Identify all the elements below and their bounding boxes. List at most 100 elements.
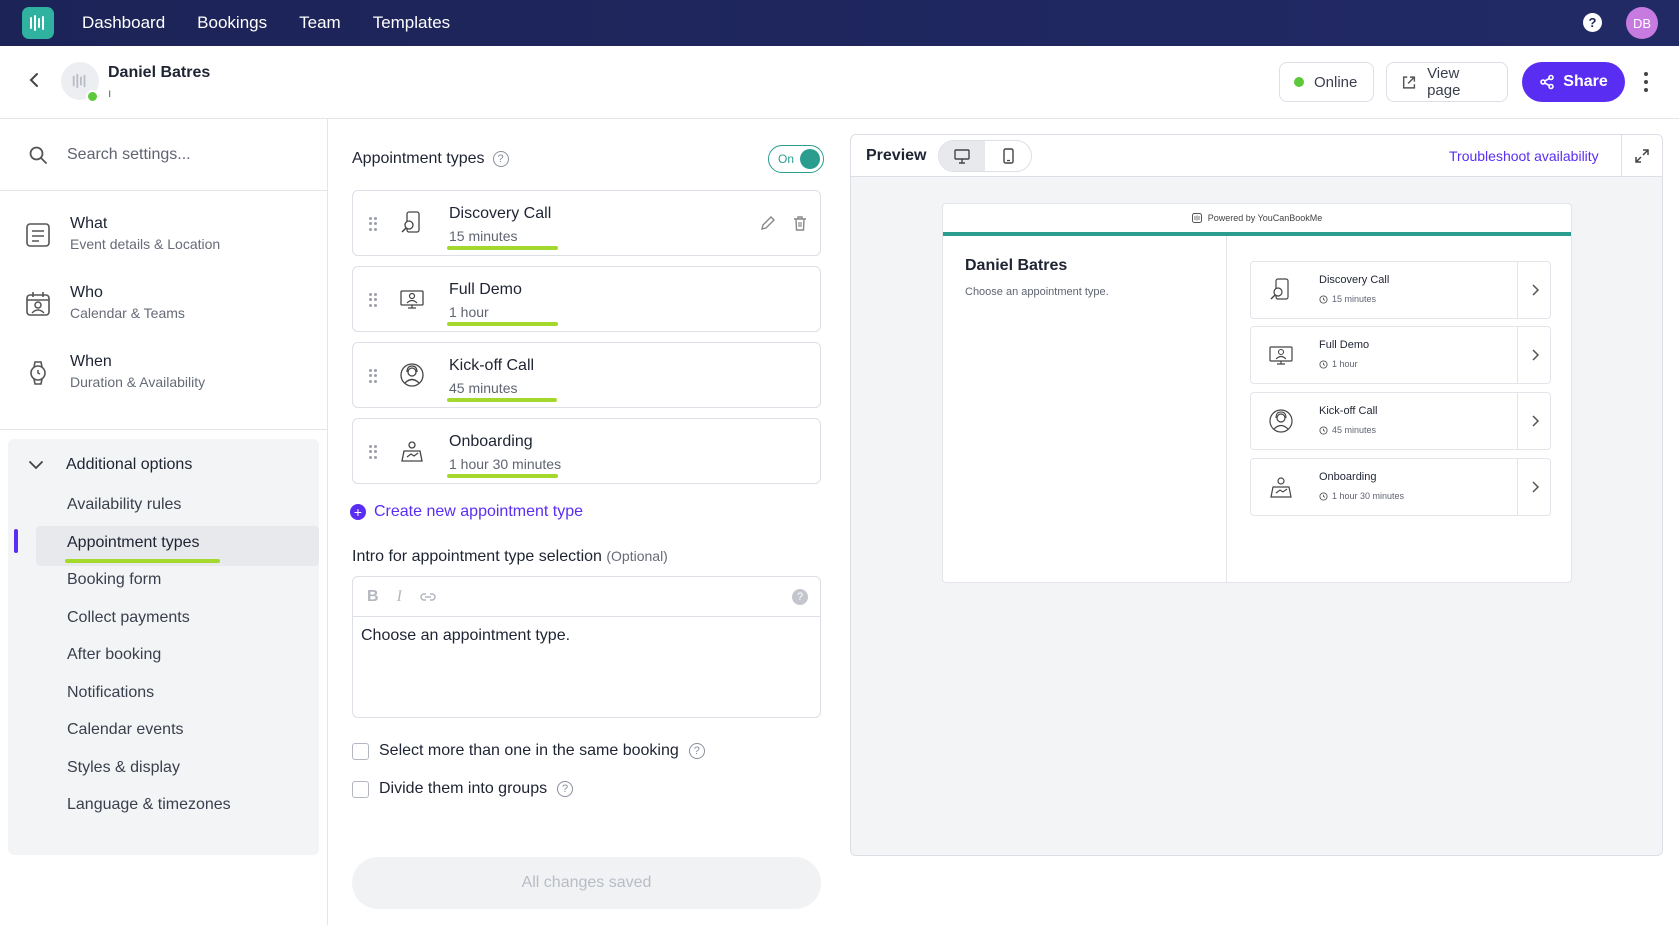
drag-handle-icon[interactable] bbox=[369, 293, 377, 307]
online-status-dot bbox=[86, 90, 99, 103]
profile-subtitle: ı bbox=[108, 86, 112, 100]
search-icon bbox=[29, 146, 47, 164]
nav-templates[interactable]: Templates bbox=[373, 13, 450, 33]
save-status-button: All changes saved bbox=[352, 857, 821, 909]
preview-appointment-name: Onboarding bbox=[1319, 471, 1377, 483]
appointment-duration: 1 hour 30 minutes bbox=[449, 456, 562, 472]
booking-owner-name: Daniel Batres bbox=[965, 257, 1068, 274]
pencil-icon[interactable] bbox=[759, 214, 777, 232]
appointment-card-full-demo[interactable]: Full Demo 1 hour bbox=[352, 266, 821, 332]
bold-icon[interactable]: B bbox=[367, 588, 379, 606]
question-mark-icon[interactable]: ? bbox=[492, 151, 509, 167]
nav-dashboard[interactable]: Dashboard bbox=[82, 13, 165, 33]
back-arrow-icon[interactable] bbox=[24, 70, 44, 90]
more-options-icon[interactable] bbox=[1640, 70, 1652, 94]
powered-by-banner: Powered by YouCanBookMe bbox=[943, 204, 1571, 232]
italic-icon[interactable]: I bbox=[397, 588, 402, 606]
toggle-knob bbox=[800, 149, 820, 169]
sidebar-item-appointment-types[interactable]: Appointment types bbox=[67, 534, 200, 552]
intro-rich-text-editor[interactable]: B I ? Choose an appointment type. bbox=[352, 576, 821, 718]
preview-appointment-duration: 15 minutes bbox=[1319, 294, 1376, 304]
list-card-icon bbox=[26, 223, 50, 247]
drag-handle-icon[interactable] bbox=[369, 369, 377, 383]
sidebar-item-collect-payments[interactable]: Collect payments bbox=[67, 609, 190, 627]
search-input[interactable]: Search settings... bbox=[67, 146, 191, 164]
chevron-right-icon bbox=[1532, 284, 1540, 296]
sidebar-item-booking-form[interactable]: Booking form bbox=[67, 571, 161, 589]
brand-logo-icon bbox=[1191, 213, 1202, 223]
drag-handle-icon[interactable] bbox=[369, 217, 377, 231]
highlight-underline bbox=[447, 474, 558, 478]
sidebar-item-availability-rules[interactable]: Availability rules bbox=[67, 496, 181, 514]
preview-appointment-name: Full Demo bbox=[1319, 339, 1370, 351]
clock-icon bbox=[1319, 491, 1328, 501]
question-mark-icon[interactable]: ? bbox=[557, 781, 574, 797]
preview-appointment-duration: 1 hour 30 minutes bbox=[1319, 491, 1404, 501]
appointment-types-toggle[interactable]: On bbox=[768, 145, 824, 173]
page-header: Daniel Batres ı Online View page Share bbox=[0, 46, 1679, 119]
powered-by-text: Powered by YouCanBookMe bbox=[1207, 213, 1323, 223]
mobile-view-button[interactable] bbox=[985, 141, 1031, 171]
preview-appointment-full-demo[interactable]: Full Demo 1 hour bbox=[1250, 326, 1551, 384]
phone-search-icon bbox=[401, 211, 420, 233]
highlight-underline bbox=[447, 322, 558, 326]
share-label: Share bbox=[1563, 73, 1608, 90]
settings-search[interactable]: Search settings... bbox=[0, 119, 327, 191]
calendar-person-icon bbox=[26, 292, 50, 316]
editor-help-icon[interactable]: ? bbox=[792, 589, 808, 605]
sidebar-item-styles-display[interactable]: Styles & display bbox=[67, 759, 180, 777]
clock-icon bbox=[1319, 425, 1328, 435]
sidebar-section-who[interactable]: Who Calendar & Teams bbox=[24, 284, 314, 334]
expand-preview-button[interactable] bbox=[1621, 135, 1662, 176]
card-separator bbox=[1517, 393, 1518, 449]
active-item-underline bbox=[65, 559, 220, 563]
divide-groups-label: Divide them into groups bbox=[379, 780, 548, 797]
sidebar-section-what[interactable]: What Event details & Location bbox=[24, 215, 314, 265]
drag-handle-icon[interactable] bbox=[369, 445, 377, 459]
appointment-name: Onboarding bbox=[449, 433, 533, 450]
link-icon[interactable] bbox=[420, 591, 436, 603]
sidebar-item-notifications[interactable]: Notifications bbox=[67, 684, 154, 702]
appointment-duration: 15 minutes bbox=[449, 228, 518, 244]
preview-appointment-onboarding[interactable]: Onboarding 1 hour 30 minutes bbox=[1250, 458, 1551, 516]
preview-appointment-discovery-call[interactable]: Discovery Call 15 minutes bbox=[1250, 261, 1551, 319]
card-separator bbox=[1517, 327, 1518, 383]
additional-options-toggle[interactable]: Additional options bbox=[28, 456, 192, 474]
online-status-button[interactable]: Online bbox=[1279, 62, 1374, 102]
preview-appointment-kick-off-call[interactable]: Kick-off Call 45 minutes bbox=[1250, 392, 1551, 450]
share-button[interactable]: Share bbox=[1522, 62, 1625, 102]
appointment-name: Discovery Call bbox=[449, 205, 552, 222]
preview-appointment-duration: 1 hour bbox=[1319, 359, 1358, 369]
create-appointment-type-label: Create new appointment type bbox=[374, 503, 584, 520]
desktop-view-button[interactable] bbox=[939, 141, 985, 171]
nav-bookings[interactable]: Bookings bbox=[197, 13, 267, 33]
question-mark-icon[interactable]: ? bbox=[688, 743, 705, 759]
top-navigation: Dashboard Bookings Team Templates ? DB bbox=[0, 0, 1679, 46]
app-logo-icon[interactable] bbox=[22, 7, 54, 39]
sidebar-item-calendar-events[interactable]: Calendar events bbox=[67, 721, 184, 739]
appointment-card-onboarding[interactable]: Onboarding 1 hour 30 minutes bbox=[352, 418, 821, 484]
troubleshoot-availability-link[interactable]: Troubleshoot availability bbox=[1449, 148, 1599, 164]
appointment-duration: 45 minutes bbox=[449, 380, 518, 396]
appointment-card-kick-off-call[interactable]: Kick-off Call 45 minutes bbox=[352, 342, 821, 408]
sidebar-section-when[interactable]: When Duration & Availability bbox=[24, 353, 314, 403]
trash-icon[interactable] bbox=[791, 214, 809, 232]
select-multiple-checkbox[interactable] bbox=[352, 742, 369, 760]
user-avatar[interactable]: DB bbox=[1626, 7, 1658, 39]
select-multiple-label: Select more than one in the same booking bbox=[379, 742, 679, 759]
sidebar-item-after-booking[interactable]: After booking bbox=[67, 646, 161, 664]
appointment-name: Full Demo bbox=[449, 281, 522, 298]
duration-text: 45 minutes bbox=[1332, 425, 1377, 435]
select-multiple-option[interactable]: Select more than one in the same booking… bbox=[352, 742, 705, 760]
help-icon[interactable]: ? bbox=[1583, 13, 1602, 32]
booking-page-preview: Powered by YouCanBookMe Daniel Batres Ch… bbox=[942, 203, 1572, 583]
intro-text-input[interactable]: Choose an appointment type. bbox=[353, 617, 820, 655]
appointment-card-discovery-call[interactable]: Discovery Call 15 minutes bbox=[352, 190, 821, 256]
toggle-label: On bbox=[778, 152, 795, 166]
divide-groups-option[interactable]: Divide them into groups ? bbox=[352, 780, 574, 798]
view-page-button[interactable]: View page bbox=[1386, 62, 1508, 102]
create-appointment-type-link[interactable]: + Create new appointment type bbox=[350, 503, 583, 521]
nav-team[interactable]: Team bbox=[299, 13, 341, 33]
sidebar-item-language-timezones[interactable]: Language & timezones bbox=[67, 796, 231, 814]
divide-groups-checkbox[interactable] bbox=[352, 780, 369, 798]
